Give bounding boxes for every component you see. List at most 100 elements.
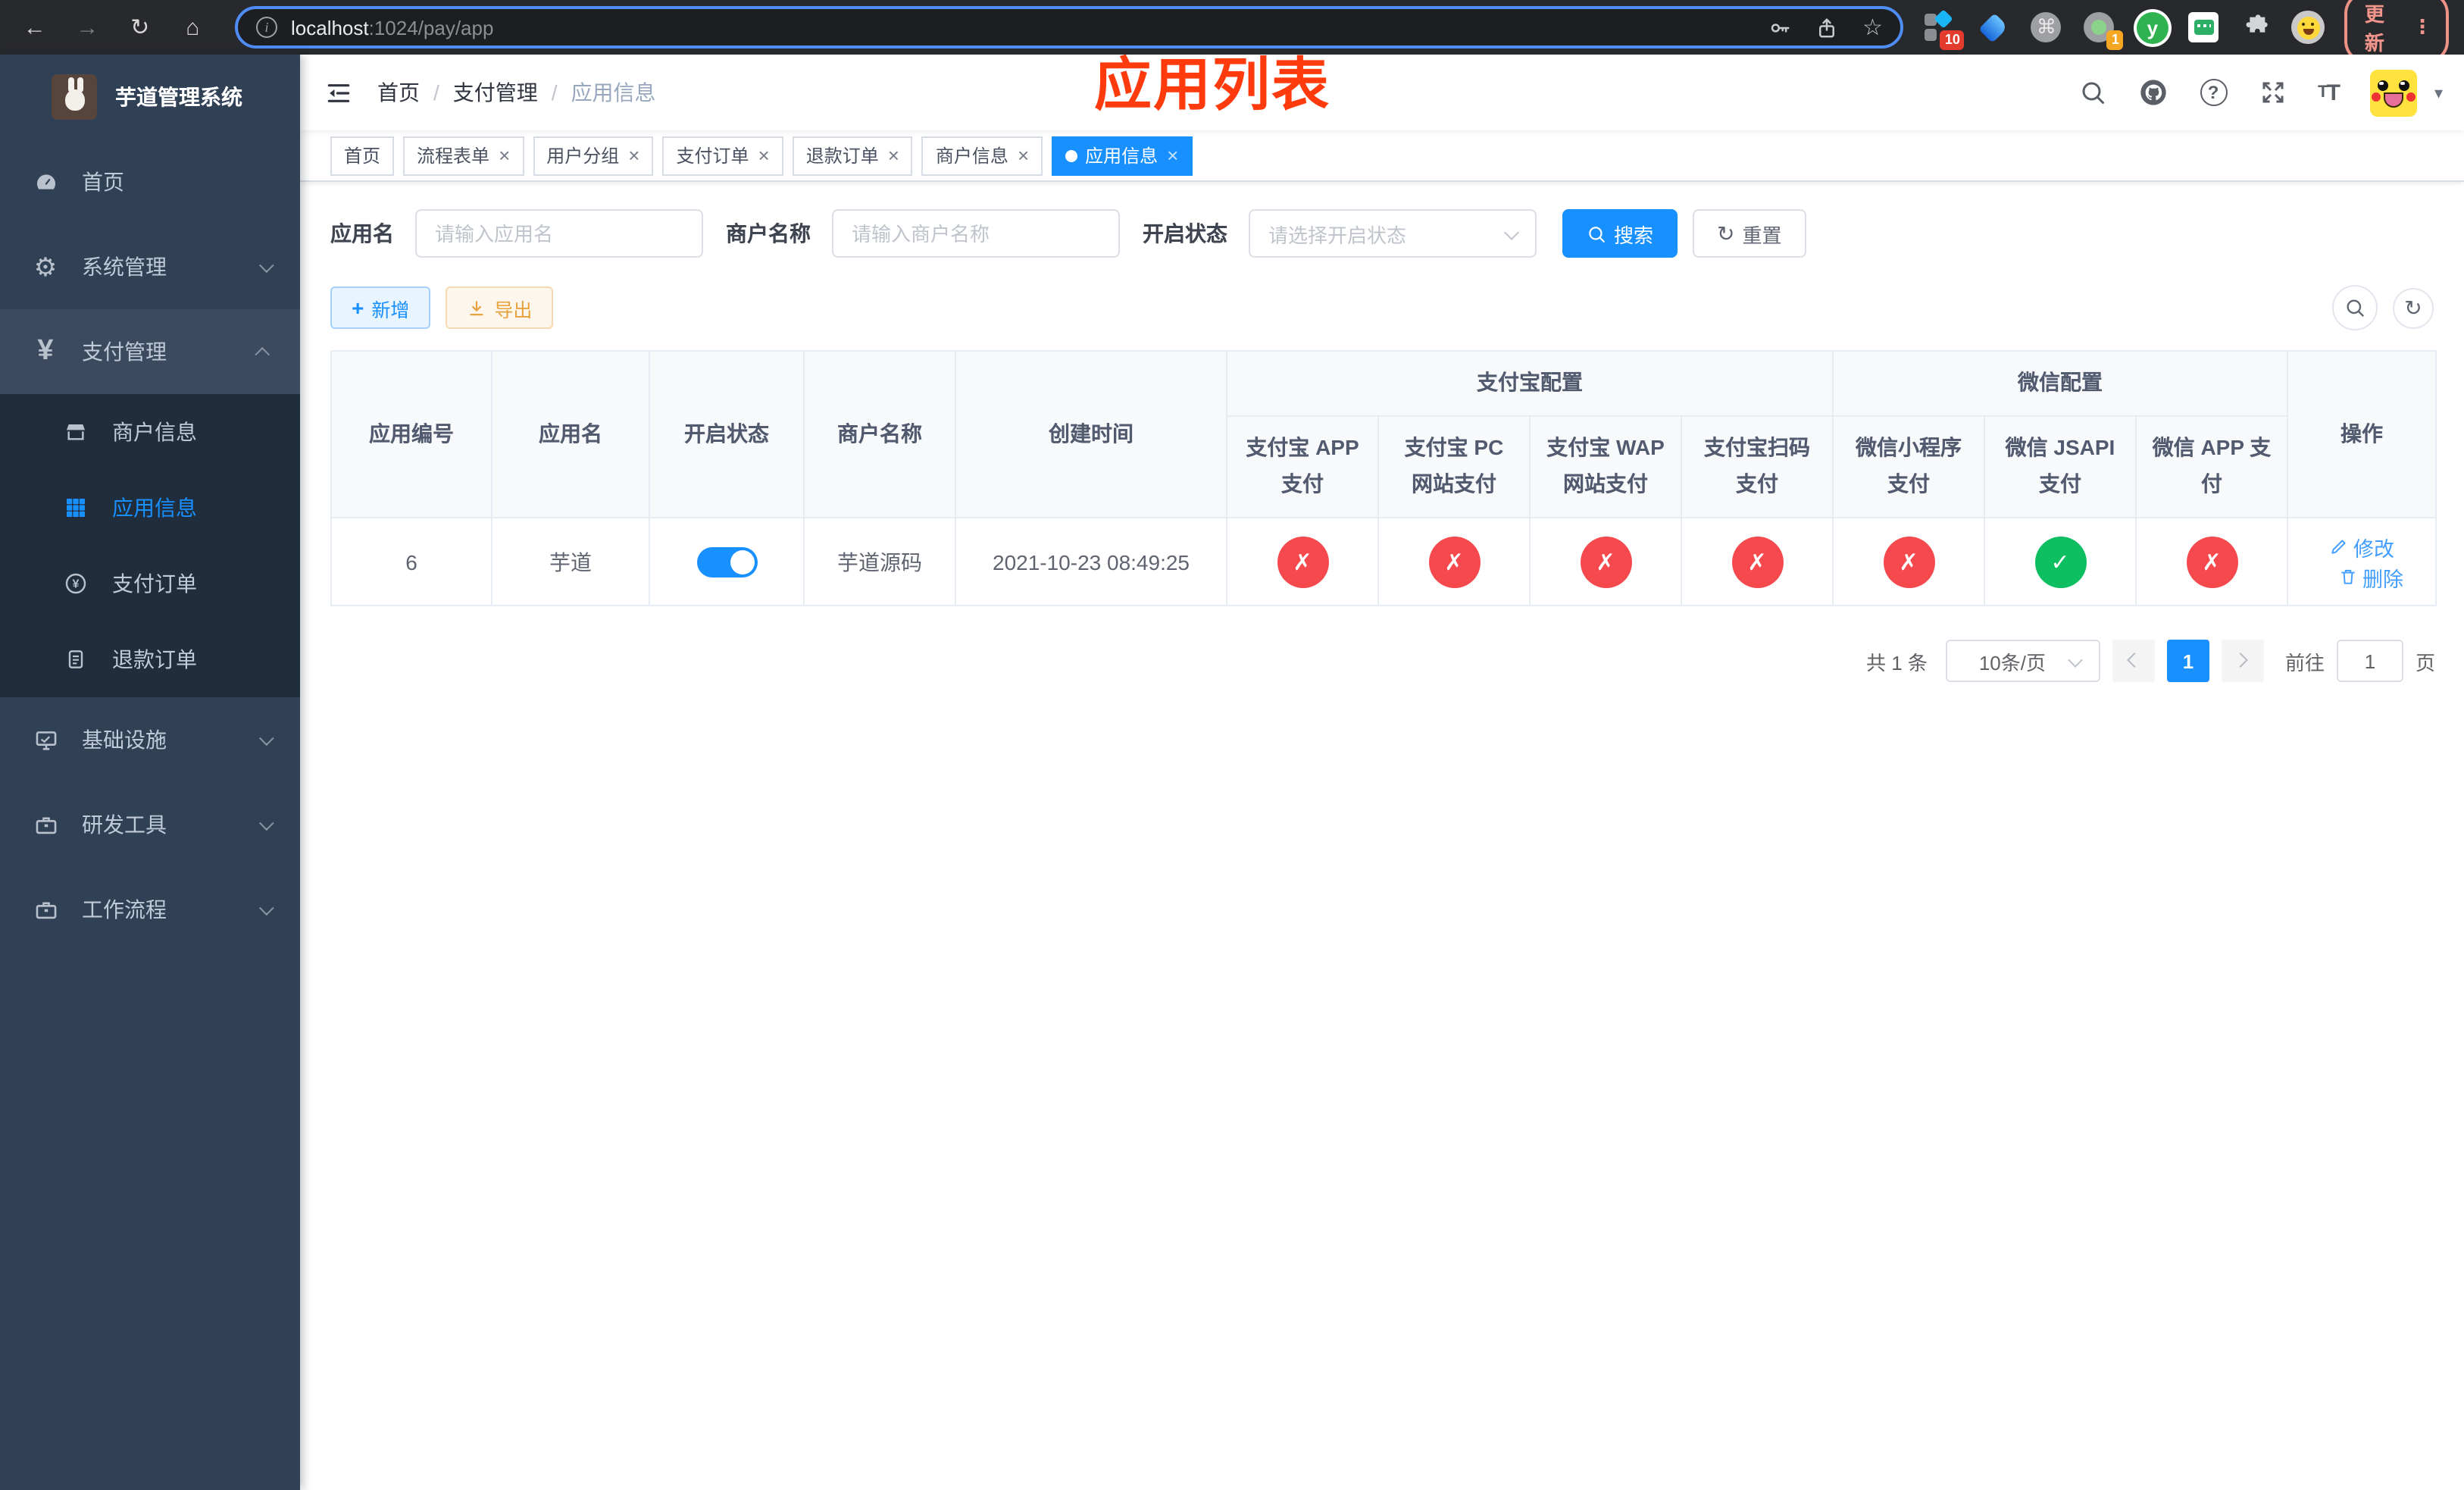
url-host: localhost (291, 16, 369, 39)
browser-home-icon[interactable]: ⌂ (174, 8, 213, 47)
sidebar-item-home[interactable]: 首页 (0, 139, 300, 224)
tab-process-form[interactable]: 流程表单 × (403, 136, 524, 175)
monitor-icon (30, 727, 61, 753)
extensions-puzzle-icon[interactable] (2239, 11, 2272, 44)
extension-y-icon[interactable]: y (2136, 11, 2169, 44)
fullscreen-icon[interactable] (2259, 79, 2286, 106)
prev-page-button[interactable] (2112, 640, 2155, 682)
reset-button[interactable]: ↻ 重置 (1693, 209, 1806, 258)
help-icon[interactable]: ? (2200, 79, 2228, 106)
tab-pay-order[interactable]: 支付订单 × (662, 136, 783, 175)
status-select[interactable]: 请选择开启状态 (1249, 209, 1537, 258)
next-page-button[interactable] (2221, 640, 2264, 682)
url-bar[interactable]: i localhost:1024/pay/app ☆ (235, 6, 1904, 49)
close-icon[interactable]: × (758, 146, 770, 165)
close-icon[interactable]: × (1018, 146, 1029, 165)
close-icon[interactable]: × (628, 146, 639, 165)
url-text[interactable]: localhost:1024/pay/app (291, 16, 1768, 39)
chevron-up-icon (255, 346, 270, 362)
breadcrumb-payment[interactable]: 支付管理 (453, 77, 538, 108)
app-logo[interactable]: 芋道管理系统 (0, 55, 300, 139)
merchant-name-input[interactable] (832, 209, 1120, 258)
browser-profile-avatar[interactable] (2291, 11, 2325, 44)
sidebar-item-payment[interactable]: ¥ 支付管理 (0, 309, 300, 394)
browser-reload-icon[interactable]: ↻ (120, 8, 160, 47)
browser-back-icon[interactable]: ← (15, 8, 55, 47)
tab-user-group[interactable]: 用户分组 × (533, 136, 654, 175)
bookmark-star-icon[interactable]: ☆ (1862, 16, 1883, 39)
refresh-button[interactable]: ↻ (2393, 287, 2434, 328)
status-label: 开启状态 (1143, 221, 1227, 246)
site-info-icon[interactable]: i (256, 17, 277, 38)
extension-tampermonkey-icon[interactable]: 10 (1924, 9, 1965, 50)
table-toolbar: + 新增 导出 ↻ (330, 285, 2434, 330)
password-key-icon[interactable] (1768, 16, 1791, 39)
page-number-1[interactable]: 1 (2166, 640, 2209, 682)
delete-link[interactable]: 删除 (2338, 562, 2403, 592)
browser-forward-icon[interactable]: → (68, 8, 108, 47)
edit-link[interactable]: 修改 (2329, 531, 2394, 562)
goto-label: 前往 (2284, 651, 2325, 674)
extension-command-icon[interactable]: ⌘ (2030, 11, 2063, 44)
sidebar-item-pay-order[interactable]: 支付订单 (0, 546, 300, 621)
shop-icon (61, 420, 91, 444)
merchant-name-label: 商户名称 (726, 221, 811, 246)
wechat-mini-status-icon (1883, 536, 1934, 587)
close-icon[interactable]: × (1167, 146, 1178, 165)
chevron-right-icon (2233, 653, 2248, 668)
tab-refund-order[interactable]: 退款订单 × (792, 136, 913, 175)
breadcrumb-home[interactable]: 首页 (377, 77, 420, 108)
app-name-input[interactable] (415, 209, 703, 258)
browser-menu-icon[interactable]: ⋮ (2412, 15, 2432, 39)
sidebar-collapse-icon[interactable] (324, 78, 353, 107)
hide-search-button[interactable] (2332, 285, 2378, 330)
pagination: 共 1 条 10条/页 1 前往 页 (330, 640, 2435, 682)
font-size-icon[interactable]: TT (2318, 80, 2340, 105)
search-button[interactable]: 搜索 (1562, 209, 1678, 258)
tab-app-info[interactable]: 应用信息 × (1052, 136, 1193, 175)
alipay-pc-status-icon (1428, 536, 1480, 587)
sidebar-item-label: 支付管理 (82, 340, 167, 364)
sidebar: 芋道管理系统 首页 ⚙ 系统管理 ¥ 支付管理 商户信息 应用信息 支付订单 退… (0, 55, 300, 1490)
tags-view: 首页× 流程表单× 用户分组× 支付订单× 退款订单× 商户信息× 应用信息× (300, 130, 2464, 182)
sidebar-item-app-info[interactable]: 应用信息 (0, 470, 300, 546)
briefcase-icon (30, 812, 61, 837)
github-icon[interactable] (2137, 77, 2168, 108)
avatar-caret-icon[interactable]: ▾ (2434, 83, 2443, 102)
extension-recorder-icon[interactable]: 1 (2083, 11, 2124, 50)
sidebar-submenu-payment: 商户信息 应用信息 支付订单 退款订单 (0, 394, 300, 697)
page-size-select[interactable]: 10条/页 (1945, 640, 2100, 682)
sidebar-item-dev-tools[interactable]: 研发工具 (0, 782, 300, 867)
export-button[interactable]: 导出 (446, 286, 554, 329)
trash-icon (2338, 567, 2358, 587)
yen-circle-icon (61, 571, 91, 596)
goto-page-input[interactable] (2336, 640, 2403, 682)
col-group-alipay: 支付宝配置 (1226, 350, 1834, 417)
download-icon (467, 298, 486, 318)
close-icon[interactable]: × (888, 146, 899, 165)
dashboard-icon (30, 169, 61, 195)
share-icon[interactable] (1815, 16, 1838, 39)
sidebar-item-system[interactable]: ⚙ 系统管理 (0, 224, 300, 309)
sidebar-item-infrastructure[interactable]: 基础设施 (0, 697, 300, 782)
extension-chat-icon[interactable] (2188, 12, 2219, 42)
sidebar-item-workflow[interactable]: 工作流程 (0, 867, 300, 952)
add-button[interactable]: + 新增 (330, 286, 431, 329)
sidebar-item-label: 应用信息 (112, 496, 197, 520)
extension-badge: 1 (2106, 30, 2124, 50)
user-avatar[interactable] (2370, 69, 2418, 116)
status-toggle[interactable] (696, 546, 757, 577)
col-wechat-app: 微信 APP 支付 (2134, 415, 2289, 518)
sidebar-item-merchant-info[interactable]: 商户信息 (0, 394, 300, 470)
sidebar-item-refund-order[interactable]: 退款订单 (0, 621, 300, 697)
extension-kite-icon[interactable] (1977, 11, 2010, 44)
tab-merchant-info[interactable]: 商户信息 × (921, 136, 1043, 175)
col-app-name: 应用名 (491, 350, 650, 518)
sidebar-item-label: 支付订单 (112, 571, 197, 596)
active-tab-dot (1065, 149, 1078, 161)
close-icon[interactable]: × (499, 146, 510, 165)
search-icon[interactable] (2078, 79, 2106, 106)
col-merchant: 商户名称 (803, 350, 956, 518)
col-alipay-app: 支付宝 APP 支付 (1226, 415, 1379, 518)
tab-home[interactable]: 首页× (330, 136, 395, 175)
